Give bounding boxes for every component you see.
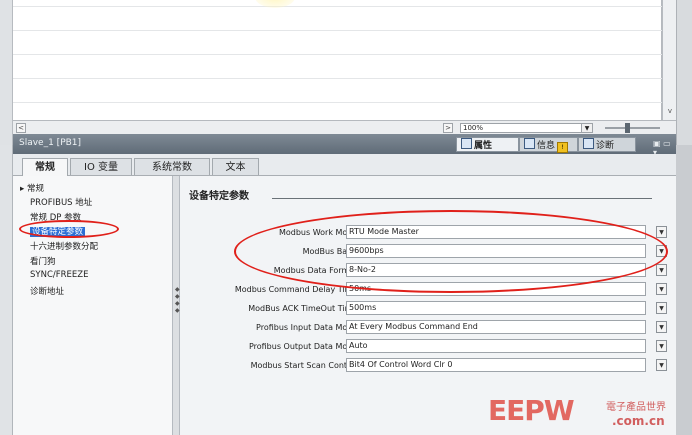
tab-general[interactable]: 常规	[22, 158, 68, 176]
scroll-left-button[interactable]: <	[16, 123, 26, 133]
watermark-url: .com.cn	[612, 414, 665, 428]
inspector-title-bar: Slave_1 [PB1] 属性 信息! 诊断 ▣ ▭ ▾	[13, 134, 676, 157]
tree-item-hex-params[interactable]: 十六进制参数分配	[30, 240, 98, 252]
warning-icon: !	[557, 142, 569, 153]
network-view-canvas[interactable]	[13, 0, 662, 120]
property-navigation-tree: ▸ 常规 PROFIBUS 地址 常规 DP 参数 设备特定参数 十六进制参数分…	[13, 176, 173, 435]
section-divider	[272, 198, 652, 199]
tab-diagnostics-label: 诊断	[596, 141, 615, 151]
horizontal-scrollbar[interactable]: < > 100% ▼	[13, 120, 676, 134]
zoom-slider-handle[interactable]	[625, 123, 630, 133]
dropdown-arrow-icon[interactable]: ▼	[656, 302, 667, 314]
tree-item-profibus-address[interactable]: PROFIBUS 地址	[30, 196, 92, 208]
annotation-circle	[19, 220, 119, 238]
param-label: Profibus Output Data Mode:	[248, 342, 360, 351]
param-label: Profibus Input Data Mode:	[256, 323, 360, 332]
dropdown-arrow-icon[interactable]: ▼	[656, 226, 667, 238]
canvas-gridline	[13, 78, 662, 79]
tree-item-sync-freeze[interactable]: SYNC/FREEZE	[30, 270, 88, 280]
properties-icon	[461, 138, 472, 149]
dropdown-arrow-icon[interactable]: ▼	[656, 359, 667, 371]
watermark: EEPW 電子產品世界 .com.cn	[488, 394, 692, 435]
dropdown-arrow-icon[interactable]: ▼	[656, 283, 667, 295]
canvas-gridline	[13, 102, 662, 103]
param-select-ack-timeout[interactable]: 500ms	[346, 301, 646, 315]
inspector-tab-bar: 常规 IO 变量 系统常数 文本	[13, 154, 676, 176]
left-dock-strip	[0, 145, 13, 435]
param-label: Modbus Start Scan Control:	[250, 361, 360, 370]
left-edge-panel	[0, 0, 13, 145]
canvas-gridline	[13, 30, 662, 31]
dropdown-arrow-icon[interactable]: ▼	[656, 264, 667, 276]
canvas-gridline	[13, 6, 662, 7]
tab-io-tags[interactable]: IO 变量	[70, 158, 132, 175]
diagnostics-icon	[583, 138, 594, 149]
scroll-down-button[interactable]: v	[665, 106, 675, 116]
param-select-scan-control[interactable]: Bit4 Of Control Word Clr 0	[346, 358, 646, 372]
tab-diagnostics[interactable]: 诊断	[578, 137, 636, 152]
right-task-card-strip	[676, 0, 692, 145]
tab-info[interactable]: 信息!	[519, 137, 578, 153]
dropdown-arrow-icon[interactable]: ▼	[656, 321, 667, 333]
dropdown-arrow-icon[interactable]: ▼	[656, 340, 667, 352]
vertical-scrollbar[interactable]: v	[662, 0, 676, 120]
tab-system-constants[interactable]: 系统常数	[134, 158, 210, 175]
tree-item-diag-address[interactable]: 诊断地址	[30, 285, 64, 297]
watermark-cn: 電子產品世界	[606, 402, 666, 413]
zoom-slider-track[interactable]	[605, 127, 660, 129]
scroll-right-button[interactable]: >	[443, 123, 453, 133]
zoom-select[interactable]: 100%	[460, 123, 582, 133]
tree-item-general[interactable]: ▸ 常规	[20, 182, 44, 194]
panel-splitter[interactable]: ◆ ◆ ◆ ◆	[173, 176, 180, 435]
tab-info-label: 信息	[537, 141, 556, 151]
watermark-logo: EEPW	[488, 394, 575, 427]
tab-properties-label: 属性	[474, 141, 493, 151]
tree-item-watchdog[interactable]: 看门狗	[30, 255, 56, 267]
annotation-ellipse	[234, 210, 668, 293]
section-title: 设备特定参数	[189, 191, 249, 202]
info-icon	[524, 138, 535, 149]
inspector-title: Slave_1 [PB1]	[19, 138, 82, 148]
zoom-dropdown-arrow[interactable]: ▼	[581, 123, 593, 133]
tab-texts[interactable]: 文本	[212, 158, 259, 175]
param-select-input-mode[interactable]: At Every Modbus Command End	[346, 320, 646, 334]
canvas-gridline	[13, 54, 662, 55]
param-label: ModBus ACK TimeOut Time:	[248, 304, 360, 313]
splitter-grip-icon: ◆ ◆ ◆ ◆	[175, 286, 180, 314]
tab-properties[interactable]: 属性	[456, 137, 519, 152]
param-select-output-mode[interactable]: Auto	[346, 339, 646, 353]
